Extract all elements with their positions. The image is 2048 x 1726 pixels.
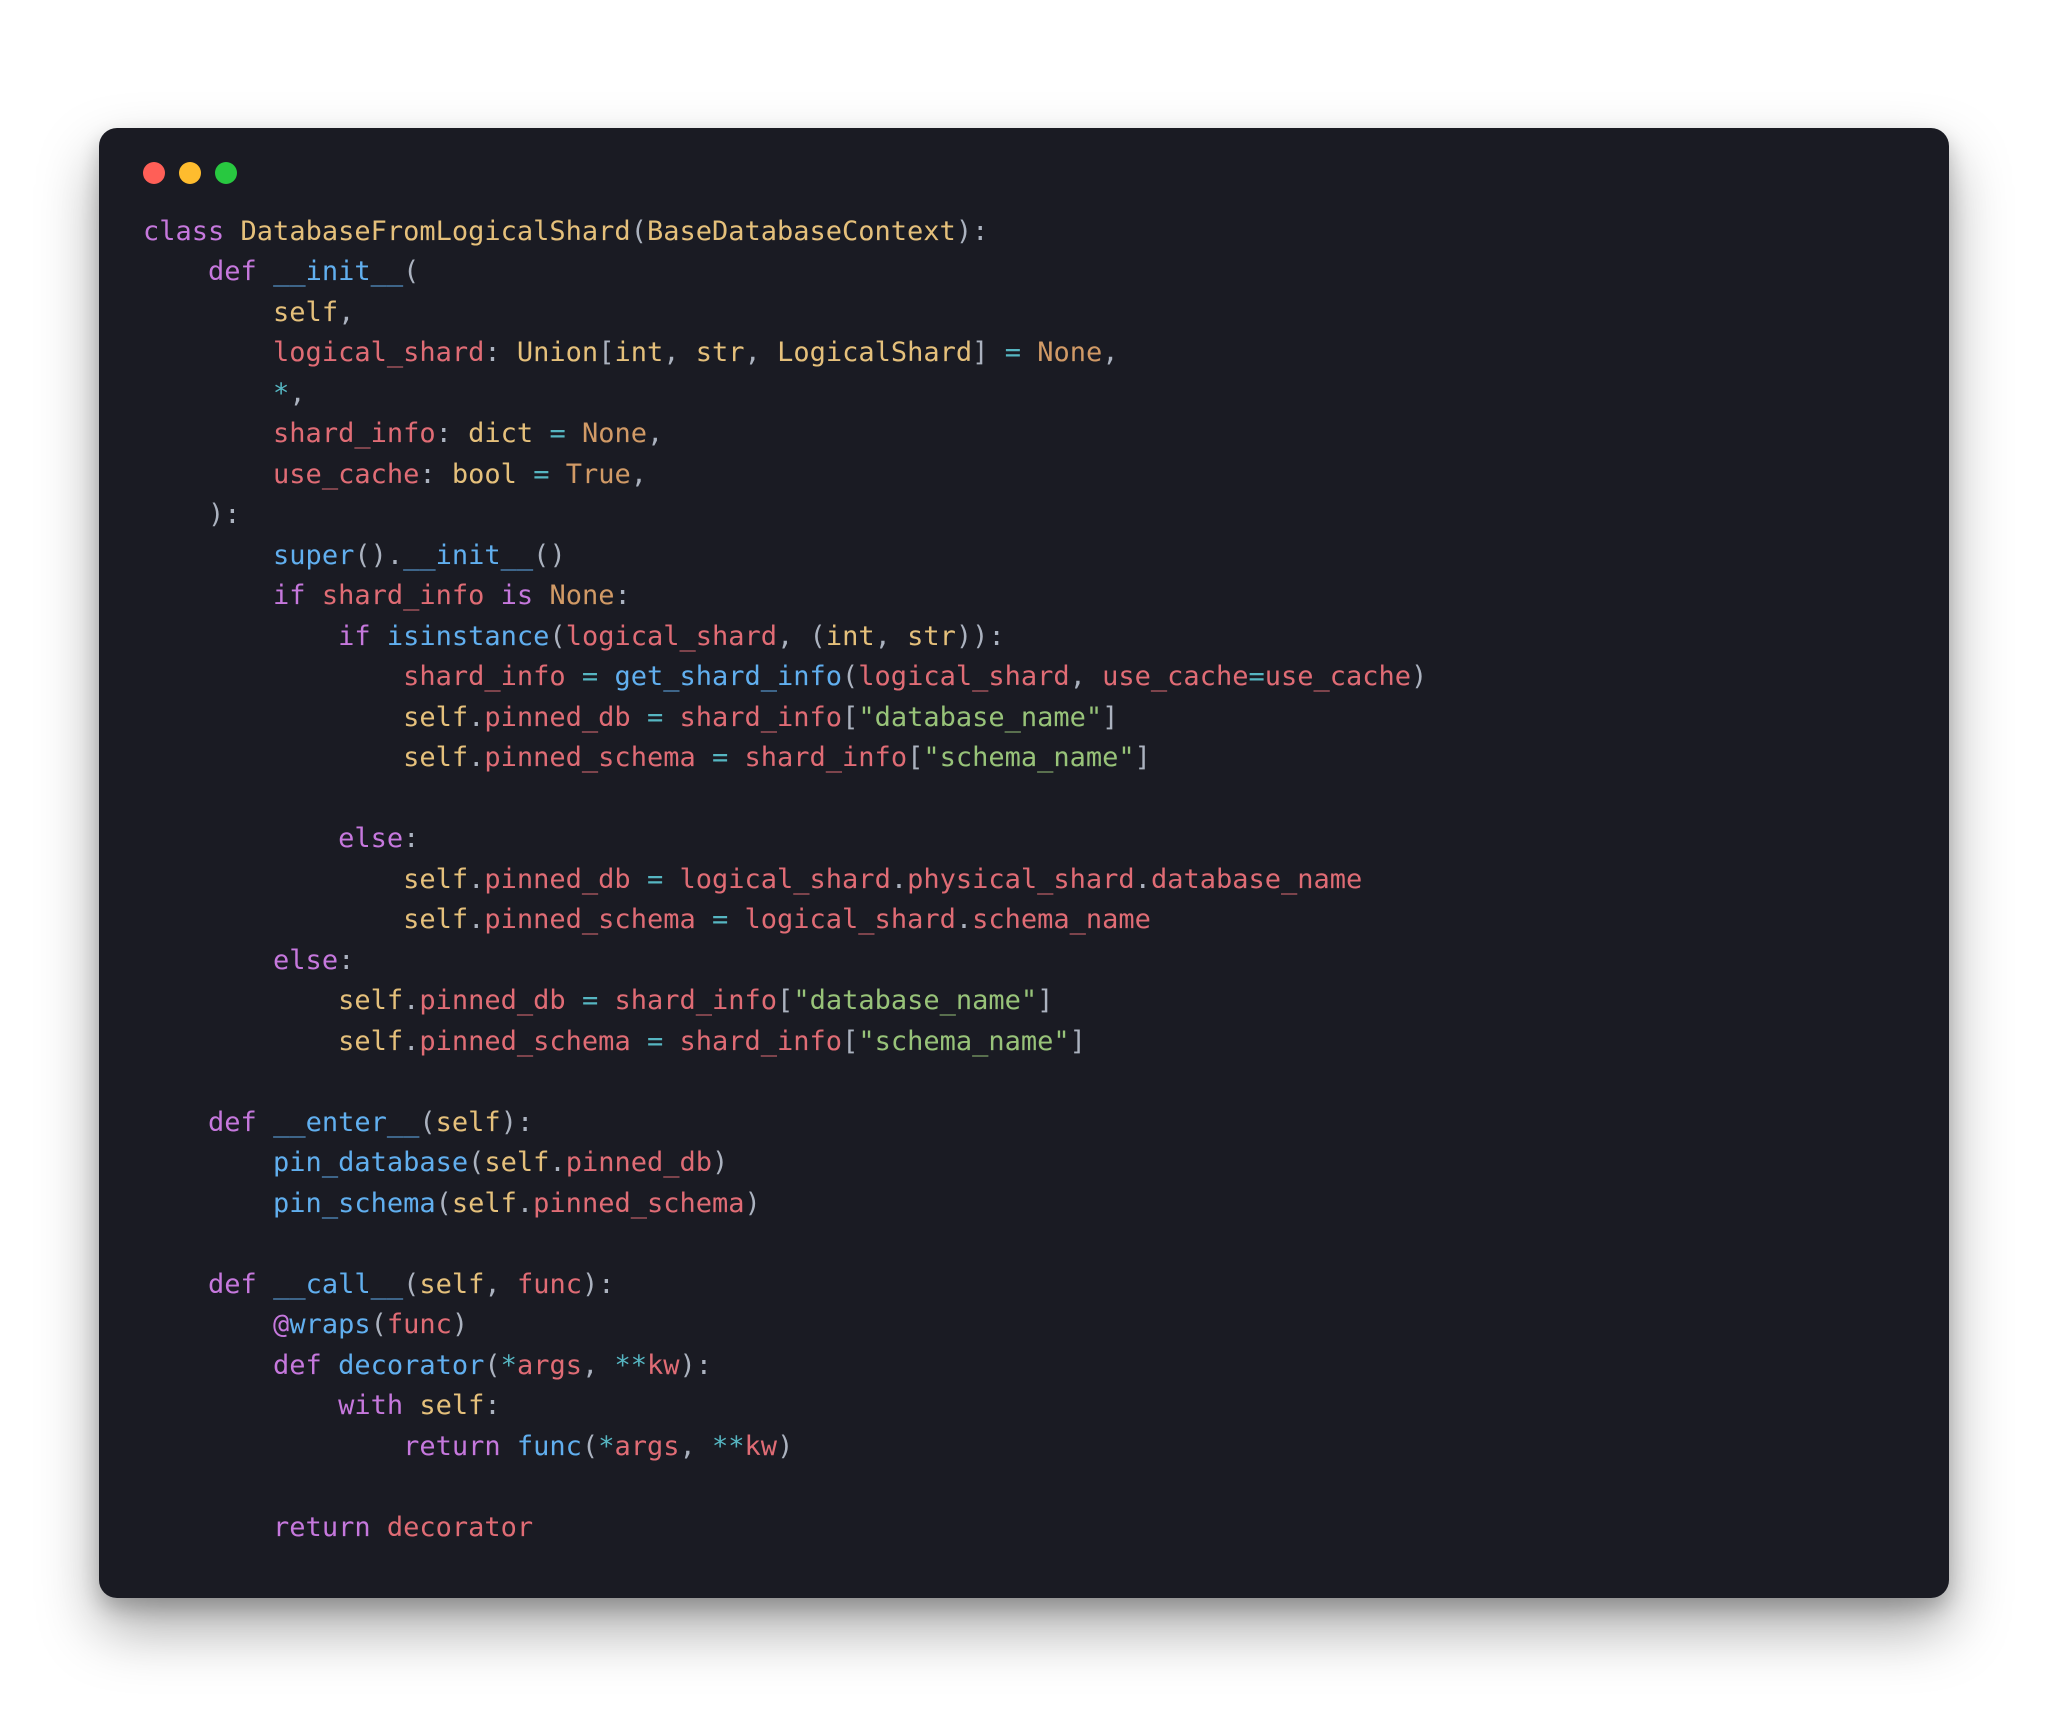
close-icon[interactable] <box>143 162 165 184</box>
minimize-icon[interactable] <box>179 162 201 184</box>
window-controls <box>143 162 1905 184</box>
maximize-icon[interactable] <box>215 162 237 184</box>
editor-window: class DatabaseFromLogicalShard(BaseDatab… <box>99 128 1949 1599</box>
code-content: class DatabaseFromLogicalShard(BaseDatab… <box>143 212 1905 1549</box>
